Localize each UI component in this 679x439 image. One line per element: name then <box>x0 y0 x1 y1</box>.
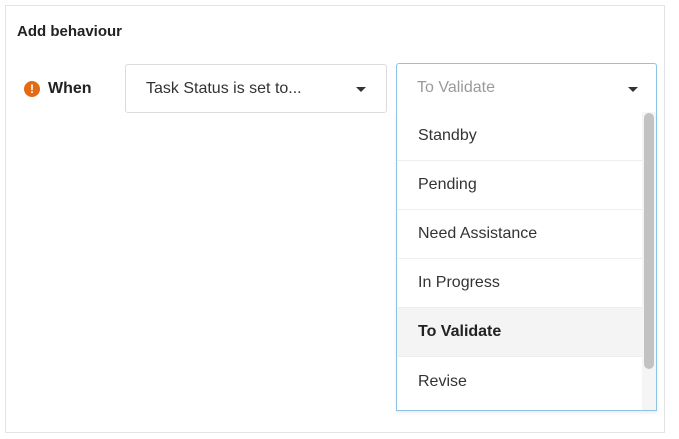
dropdown-option-revise[interactable]: Revise <box>397 357 642 406</box>
status-value-placeholder: To Validate <box>417 79 495 96</box>
chevron-down-icon <box>628 87 638 92</box>
panel-title: Add behaviour <box>17 23 123 40</box>
trigger-select-value: Task Status is set to... <box>146 79 302 97</box>
dropdown-scrollbar[interactable] <box>642 112 656 410</box>
dropdown-option-to-validate[interactable]: To Validate <box>397 308 642 357</box>
when-row-label: ! When <box>24 78 92 100</box>
status-dropdown-menu: Standby Pending Need Assistance In Progr… <box>396 112 657 411</box>
dropdown-option-standby[interactable]: Standby <box>397 112 642 161</box>
chevron-down-icon <box>356 87 366 92</box>
dropdown-option-need-assistance[interactable]: Need Assistance <box>397 210 642 259</box>
dropdown-option-in-progress[interactable]: In Progress <box>397 259 642 308</box>
warning-icon: ! <box>24 81 40 97</box>
status-value-select[interactable]: To Validate <box>396 63 657 113</box>
dropdown-option-pending[interactable]: Pending <box>397 161 642 210</box>
trigger-select[interactable]: Task Status is set to... <box>125 64 387 113</box>
when-label: When <box>48 80 92 97</box>
scrollbar-thumb[interactable] <box>644 113 654 369</box>
